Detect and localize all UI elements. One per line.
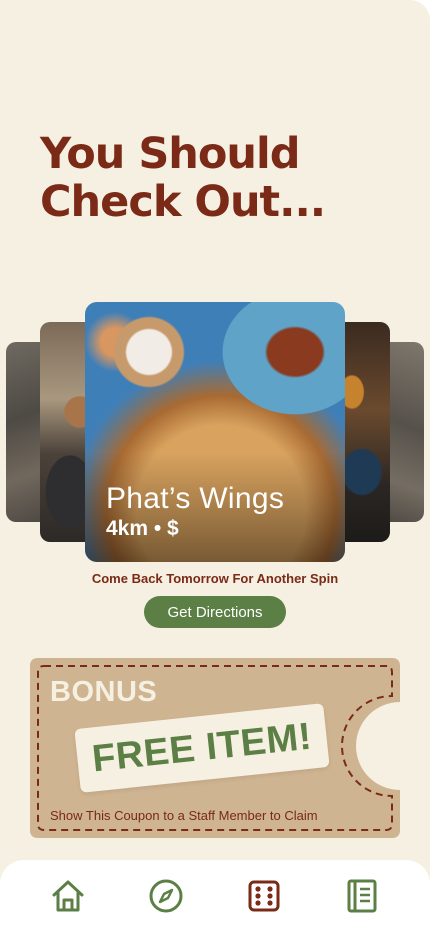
nav-home[interactable]: [50, 878, 86, 914]
restaurant-name: Phat’s Wings: [106, 482, 285, 515]
restaurant-distance-price: 4km • $: [106, 517, 179, 540]
home-icon: [52, 880, 84, 912]
dice-icon: [248, 880, 280, 912]
bonus-label: BONUS: [50, 676, 158, 708]
nav-explore[interactable]: [148, 878, 184, 914]
nav-spin[interactable]: [246, 878, 282, 914]
screen: You Should Check Out... Phat’s Wings 4km…: [0, 0, 430, 932]
page-title-line-1: You Should: [40, 129, 301, 179]
free-item-text: FREE ITEM!: [90, 715, 314, 780]
bottom-nav: [0, 860, 430, 932]
spin-note: Come Back Tomorrow For Another Spin: [91, 571, 339, 586]
menu-book-icon: [347, 879, 377, 913]
coupon-instructions: Show This Coupon to a Staff Member to Cl…: [50, 808, 318, 823]
bonus-coupon: BONUS FREE ITEM! Show This Coupon to a S…: [30, 658, 400, 838]
get-directions-button[interactable]: Get Directions: [144, 596, 286, 628]
compass-icon: [149, 879, 183, 913]
page-title: You Should Check Out...: [40, 129, 326, 227]
page-title-line-2: Check Out...: [40, 177, 326, 227]
nav-menu[interactable]: [344, 878, 380, 914]
featured-restaurant-card[interactable]: Phat’s Wings 4km • $: [85, 302, 345, 562]
